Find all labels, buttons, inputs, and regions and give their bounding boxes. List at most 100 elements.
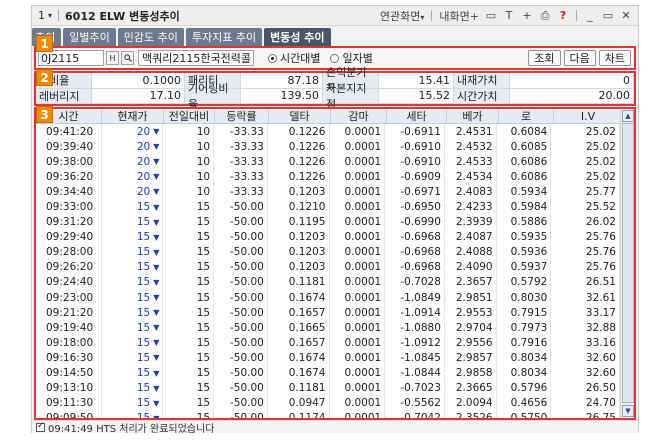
- table-row[interactable]: 09:19:40 15 ▼ 15 -50.00 0.1665 0.0001 -1.0880 2.…: [36, 320, 620, 336]
- cell-time-value: 09:39:40: [46, 140, 94, 153]
- header-theta[interactable]: 세타: [387, 109, 447, 123]
- radio-time[interactable]: 시간대별: [268, 50, 320, 66]
- cell-vega: 2.4531: [445, 124, 497, 140]
- cell-vega-value: 2.9553: [455, 306, 493, 319]
- scrollbar-thumb[interactable]: [622, 123, 634, 403]
- search-icon[interactable]: [121, 51, 134, 65]
- cell-change-value: 15: [196, 231, 211, 244]
- table-row[interactable]: 09:36:20 20 ▼ 10 -33.33 0.1226 0.0001 -0.6909 2.…: [36, 169, 620, 185]
- table-row[interactable]: 09:33:00 15 ▼ 15 -50.00 0.1210 0.0001 -0.6950 2.…: [36, 199, 620, 215]
- query-button[interactable]: 조회: [528, 50, 561, 66]
- cell-vega: 2.3526: [445, 410, 497, 418]
- cell-rho: 0.5792: [497, 274, 552, 291]
- divider: [58, 10, 60, 21]
- cell-vega: 2.4088: [445, 244, 497, 260]
- cell-iv: 26.75: [551, 410, 620, 418]
- tab-volatility-trend[interactable]: 변동성 추이: [264, 28, 331, 46]
- table-row[interactable]: 09:26:20 15 ▼ 15 -50.00 0.1203 0.0001 -0.6968 2.…: [36, 259, 620, 275]
- cell-delta-value: 0.1674: [288, 367, 326, 380]
- table-row[interactable]: 09:23:00 15 ▼ 15 -50.00 0.1674 0.0001 -1.0849 2.…: [36, 290, 620, 306]
- tab-investment-indicator-trend[interactable]: 투자지표 추이: [185, 28, 263, 46]
- text-icon[interactable]: T: [503, 9, 515, 22]
- header-vega[interactable]: 베가: [447, 109, 499, 123]
- cell-change-value: 15: [196, 367, 211, 380]
- header-delta[interactable]: 델타: [269, 109, 331, 123]
- monitor-icon[interactable]: ▭: [485, 9, 497, 22]
- cell-theta-value: -0.6911: [400, 125, 441, 138]
- cell-theta: -0.6990: [385, 214, 445, 230]
- table-row[interactable]: 09:41:20 20 ▼ 10 -33.33 0.1226 0.0001 -0.6911 2.…: [36, 124, 620, 140]
- plus-icon[interactable]: +: [521, 9, 533, 22]
- tab-sensitivity-trend[interactable]: 민감도 추이: [117, 28, 184, 46]
- table-row[interactable]: 09:28:00 15 ▼ 15 -50.00 0.1203 0.0001 -0.6968 2.…: [36, 244, 620, 260]
- cell-rate: -50.00: [214, 244, 268, 260]
- cell-price-value: 15: [136, 321, 151, 334]
- cell-rho-value: 0.8030: [510, 291, 548, 304]
- chart-button[interactable]: 차트: [598, 50, 631, 66]
- vertical-scrollbar[interactable]: ▲ ▼: [620, 109, 634, 418]
- cell-delta: 0.1226: [268, 169, 330, 185]
- scroll-down-arrow-icon[interactable]: ▼: [622, 405, 634, 417]
- header-iv[interactable]: I.V: [554, 109, 623, 123]
- cell-time: 09:36:20: [36, 169, 102, 185]
- table-row[interactable]: 09:14:50 15 ▼ 15 -50.00 0.1674 0.0001 -1.0844 2.…: [36, 365, 620, 381]
- info-label: 기어링비율: [185, 82, 241, 111]
- code-history-button[interactable]: H: [106, 51, 119, 65]
- info-value: 20.00: [510, 88, 634, 104]
- table-row[interactable]: 09:13:10 15 ▼ 15 -50.00 0.1181 0.0001 -0.7023 2.…: [36, 380, 620, 396]
- window-number[interactable]: 1 ▾: [38, 9, 52, 22]
- cell-theta: -1.0849: [385, 290, 445, 306]
- down-arrow-icon: ▼: [153, 398, 160, 408]
- table-row[interactable]: 09:18:00 15 ▼ 15 -50.00 0.1657 0.0001 -1.0912 2.…: [36, 335, 620, 351]
- header-rho[interactable]: 로: [499, 109, 554, 123]
- table-row[interactable]: 09:21:20 15 ▼ 15 -50.00 0.1657 0.0001 -1.0914 2.…: [36, 305, 620, 321]
- cell-price-value: 15: [136, 306, 151, 319]
- tab-daily-trend[interactable]: 일별추이: [63, 28, 116, 46]
- code-input[interactable]: 0J2115: [38, 50, 104, 66]
- table-row[interactable]: 09:29:40 15 ▼ 15 -50.00 0.1203 0.0001 -0.6968 2.…: [36, 229, 620, 245]
- cell-price: 15 ▼: [102, 274, 164, 291]
- scroll-up-arrow-icon[interactable]: ▲: [622, 110, 634, 122]
- cell-price-value: 20: [136, 125, 151, 138]
- cell-delta-value: 0.1203: [288, 185, 326, 198]
- table-row[interactable]: 09:34:40 20 ▼ 10 -33.33 0.1203 0.0001 -0.6971 2.…: [36, 184, 620, 200]
- cell-theta: -0.7023: [385, 380, 445, 396]
- close-icon[interactable]: ✕: [620, 9, 632, 22]
- header-price[interactable]: 현재가: [102, 109, 164, 123]
- cell-delta: 0.1203: [268, 184, 330, 200]
- my-screen-button[interactable]: 내화면+: [439, 8, 479, 24]
- cell-iv: 25.52: [551, 199, 620, 215]
- table-row[interactable]: 09:38:00 20 ▼ 10 -33.33 0.1226 0.0001 -0.6910 2.…: [36, 154, 620, 170]
- cell-iv-value: 32.60: [585, 367, 616, 380]
- cell-rate-value: -50.00: [229, 261, 264, 274]
- help-icon[interactable]: ?: [557, 9, 569, 22]
- table-row[interactable]: 09:11:30 15 ▼ 15 -50.00 0.0947 0.0001 -0.5562 2.…: [36, 395, 620, 411]
- action-buttons: 조회 다음 차트: [528, 50, 634, 66]
- cell-delta-value: 0.1181: [288, 382, 326, 395]
- table-row[interactable]: 09:31:20 15 ▼ 15 -50.00 0.1195 0.0001 -0.6990 2.…: [36, 214, 620, 230]
- table-row[interactable]: 09:39:40 20 ▼ 10 -33.33 0.1226 0.0001 -0.6910 2.…: [36, 139, 620, 155]
- cell-theta: -0.7042: [385, 410, 445, 418]
- header-gamma[interactable]: 감마: [331, 109, 387, 123]
- cell-gamma-value: 0.0001: [344, 246, 382, 259]
- cell-iv-value: 32.88: [585, 321, 616, 334]
- info-panel: 환비율 0.1000 패리티 87.18 손익분기율 15.41 내재가치 0 …: [34, 66, 636, 111]
- table-row[interactable]: 09:24:40 15 ▼ 15 -50.00 0.1181 0.0001 -0.7028 2.…: [36, 274, 620, 291]
- restore-icon[interactable]: ▭: [602, 9, 614, 22]
- cell-iv-value: 25.76: [585, 231, 616, 244]
- cell-change: 10: [163, 184, 215, 200]
- header-change[interactable]: 전일대비: [164, 109, 215, 123]
- print-icon[interactable]: ⎙: [539, 9, 551, 22]
- cell-time: 09:24:40: [36, 274, 102, 291]
- table-row[interactable]: 09:16:30 15 ▼ 15 -50.00 0.1674 0.0001 -1.0845 2.…: [36, 350, 620, 366]
- cell-rate-value: -50.00: [229, 351, 264, 364]
- cell-theta: -0.6971: [385, 184, 445, 200]
- linked-screen-menu[interactable]: 연관화면▾: [380, 8, 425, 24]
- header-rate[interactable]: 등락률: [215, 109, 269, 123]
- cell-iv-value: 33.16: [585, 336, 616, 349]
- cell-gamma-value: 0.0001: [344, 382, 382, 395]
- cell-change: 15: [163, 274, 215, 291]
- minimize-icon[interactable]: _: [584, 9, 596, 22]
- next-button[interactable]: 다음: [563, 50, 596, 66]
- info-value: 0: [510, 73, 634, 89]
